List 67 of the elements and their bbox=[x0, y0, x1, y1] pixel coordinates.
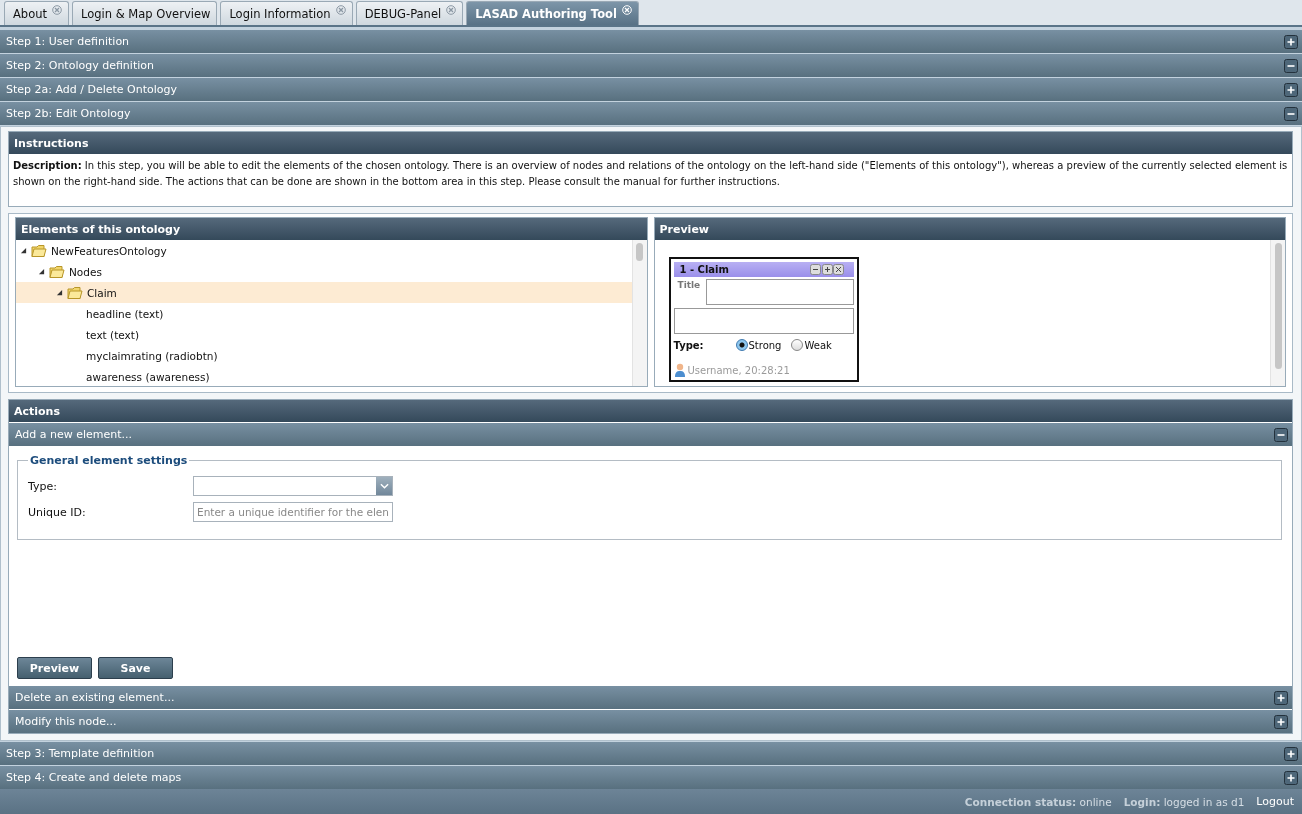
type-dropdown[interactable] bbox=[193, 476, 393, 496]
plus-icon[interactable] bbox=[1284, 770, 1298, 785]
tree-item[interactable]: Nodes bbox=[16, 261, 632, 282]
plus-icon[interactable] bbox=[1284, 746, 1298, 761]
step-header[interactable]: Step 3: Template definition bbox=[0, 742, 1302, 765]
minus-icon[interactable] bbox=[1284, 106, 1298, 121]
tree-item[interactable]: headline (text) bbox=[16, 303, 632, 324]
logout-link[interactable]: Logout bbox=[1256, 795, 1294, 808]
panel-header: Actions bbox=[9, 400, 1292, 422]
plus-icon[interactable] bbox=[1274, 690, 1288, 705]
field-label: Type: bbox=[28, 479, 58, 493]
tab[interactable]: LASAD Authoring Tool bbox=[466, 1, 639, 25]
step-header[interactable]: Step 2b: Edit Ontology bbox=[0, 102, 1302, 125]
triangle-icon[interactable] bbox=[20, 247, 27, 254]
panel-header: Preview bbox=[654, 218, 1285, 240]
triangle-icon[interactable] bbox=[56, 289, 63, 296]
field-label: Unique ID: bbox=[28, 505, 87, 519]
scrollbar-thumb[interactable] bbox=[1274, 243, 1282, 369]
minus-icon[interactable] bbox=[1284, 58, 1298, 73]
plus-icon[interactable] bbox=[1284, 34, 1298, 49]
description-text: Description: In this step, you will be able to edit the elements of the chosen ontology. There is an overview of nodes and relations of the ontology on the left-hand side ("Elements of this ontology"), whereas a preview of the currently selected element is shown on the right-hand side. The actions that can be done are shown in the bottom area in this step. Please consult the manual for further instructions. bbox=[12, 159, 1289, 189]
triangle-icon[interactable] bbox=[38, 268, 45, 275]
folder-icon bbox=[31, 243, 47, 258]
field-label: Title bbox=[676, 279, 702, 292]
section-header[interactable]: Add a new element... bbox=[9, 423, 1292, 446]
panel-header: Elements of this ontology bbox=[16, 218, 647, 240]
close-icon[interactable] bbox=[446, 5, 457, 15]
login-status: Login: logged in as d1 bbox=[1123, 795, 1245, 808]
step-header[interactable]: Step 2a: Add / Delete Ontology bbox=[0, 78, 1302, 101]
panel-header: Instructions bbox=[9, 132, 1292, 154]
tree-item[interactable]: myclaimrating (radiobtn) bbox=[16, 345, 632, 366]
group-title: General element settings bbox=[29, 454, 189, 467]
tab[interactable]: Login Information bbox=[220, 1, 353, 25]
minus-icon[interactable] bbox=[1274, 427, 1288, 442]
step-header[interactable]: Step 4: Create and delete maps bbox=[0, 766, 1302, 789]
plus-icon[interactable] bbox=[1274, 714, 1288, 729]
section-header[interactable]: Modify this node... bbox=[9, 710, 1292, 733]
close-icon[interactable] bbox=[335, 5, 346, 15]
step-header[interactable]: Step 2: Ontology definition bbox=[0, 54, 1302, 77]
tab[interactable]: DEBUG-Panel bbox=[355, 1, 464, 25]
folder-icon bbox=[49, 264, 65, 279]
section-header[interactable]: Delete an existing element... bbox=[9, 686, 1292, 709]
scrollbar-thumb[interactable] bbox=[636, 243, 643, 261]
tree-item[interactable]: text (text) bbox=[16, 324, 632, 345]
chevron-icon bbox=[379, 483, 389, 489]
plus-icon[interactable] bbox=[1284, 82, 1298, 97]
connection-status: Connection status: online bbox=[964, 795, 1112, 808]
field-label: Type: bbox=[673, 339, 705, 351]
close-icon[interactable] bbox=[52, 5, 62, 15]
radio-button[interactable]: Strong bbox=[735, 339, 782, 351]
radio-button[interactable]: Weak bbox=[791, 339, 832, 351]
step-header[interactable]: Step 1: User definition bbox=[0, 30, 1302, 53]
text-field[interactable] bbox=[673, 308, 854, 334]
tree-item[interactable]: awareness (awareness) bbox=[16, 366, 632, 386]
tab[interactable]: About bbox=[4, 1, 69, 25]
unique-id-field[interactable]: Enter a unique identifier for the elen bbox=[193, 502, 393, 522]
user-icon bbox=[673, 363, 686, 377]
title-field[interactable] bbox=[705, 279, 854, 305]
action-button[interactable]: Save bbox=[98, 657, 173, 679]
node-box[interactable]: 1 - Claim Title Type: Strong Weak Username, 20:28:21 bbox=[668, 257, 859, 382]
action-button[interactable]: Preview bbox=[17, 657, 92, 679]
tree-item[interactable]: Claim bbox=[16, 282, 632, 303]
tree-item[interactable]: NewFeaturesOntology bbox=[16, 240, 632, 261]
folder-icon bbox=[67, 285, 83, 300]
node-title-bar: 1 - Claim bbox=[673, 262, 854, 277]
tab[interactable]: Login & Map Overview bbox=[72, 1, 218, 25]
author-text: Username, 20:28:21 bbox=[687, 364, 790, 376]
